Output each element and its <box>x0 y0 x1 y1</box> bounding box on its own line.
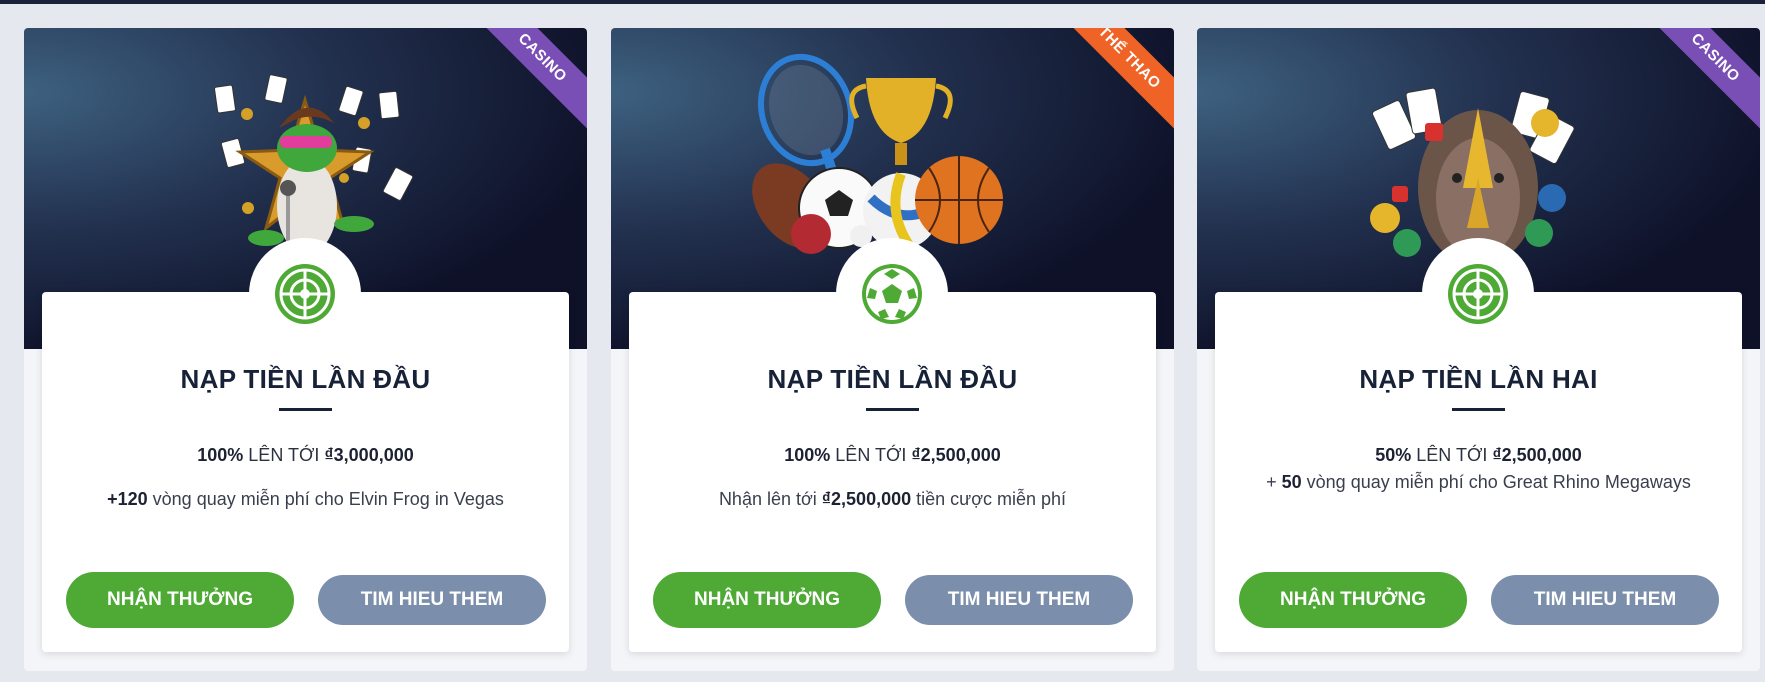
promo-offer: 50% LÊN TỚI ₫2,500,000 <box>1375 445 1582 465</box>
title-underline <box>1452 408 1505 411</box>
claim-bonus-button[interactable]: NHẬN THƯỞNG <box>1239 572 1467 628</box>
promo-card-sports-first-deposit: THỂ THAO NẠP TIỀN LẦN ĐẦU 100% LÊN TỚI ₫… <box>611 28 1174 671</box>
promo-title: NẠP TIỀN LẦN ĐẦU <box>180 364 431 394</box>
promo-card-casino-first-deposit: CASINO NẠP TIỀN LẦN ĐẦU 100% LÊN TỚI ₫3,… <box>24 28 587 671</box>
soccer-ball-icon <box>862 264 922 324</box>
roulette-icon <box>1448 264 1508 324</box>
promo-panel: NẠP TIỀN LẦN HAI 50% LÊN TỚI ₫2,500,000 … <box>1215 238 1742 652</box>
category-badge <box>1422 238 1534 350</box>
top-bar <box>0 0 1765 4</box>
promo-title: NẠP TIỀN LẦN HAI <box>1359 364 1598 394</box>
promo-panel: NẠP TIỀN LẦN ĐẦU 100% LÊN TỚI ₫3,000,000… <box>42 238 569 652</box>
promo-panel: NẠP TIỀN LẦN ĐẦU 100% LÊN TỚI ₫2,500,000… <box>629 238 1156 652</box>
promo-extra: + 50 vòng quay miễn phí cho Great Rhino … <box>1266 472 1691 492</box>
title-underline <box>866 408 919 411</box>
learn-more-button[interactable]: TIM HIEU THEM <box>905 575 1133 625</box>
learn-more-button[interactable]: TIM HIEU THEM <box>1491 575 1719 625</box>
learn-more-button[interactable]: TIM HIEU THEM <box>318 575 546 625</box>
promo-offer: 100% LÊN TỚI ₫3,000,000 <box>197 445 414 465</box>
promo-extra: +120 vòng quay miễn phí cho Elvin Frog i… <box>107 489 504 509</box>
promo-title: NẠP TIỀN LẦN ĐẦU <box>767 364 1018 394</box>
promo-card-casino-second-deposit: CASINO NẠP TIỀN LẦN HAI 50% LÊN TỚI ₫2,5… <box>1197 28 1760 671</box>
promo-offer: 100% LÊN TỚI ₫2,500,000 <box>784 445 1001 465</box>
title-underline <box>279 408 332 411</box>
category-badge <box>836 238 948 350</box>
category-badge <box>249 238 361 350</box>
promo-extra: Nhận lên tới ₫2,500,000 tiền cược miễn p… <box>718 489 1067 509</box>
claim-bonus-button[interactable]: NHẬN THƯỞNG <box>653 572 881 628</box>
claim-bonus-button[interactable]: NHẬN THƯỞNG <box>66 572 294 628</box>
roulette-icon <box>275 264 335 324</box>
